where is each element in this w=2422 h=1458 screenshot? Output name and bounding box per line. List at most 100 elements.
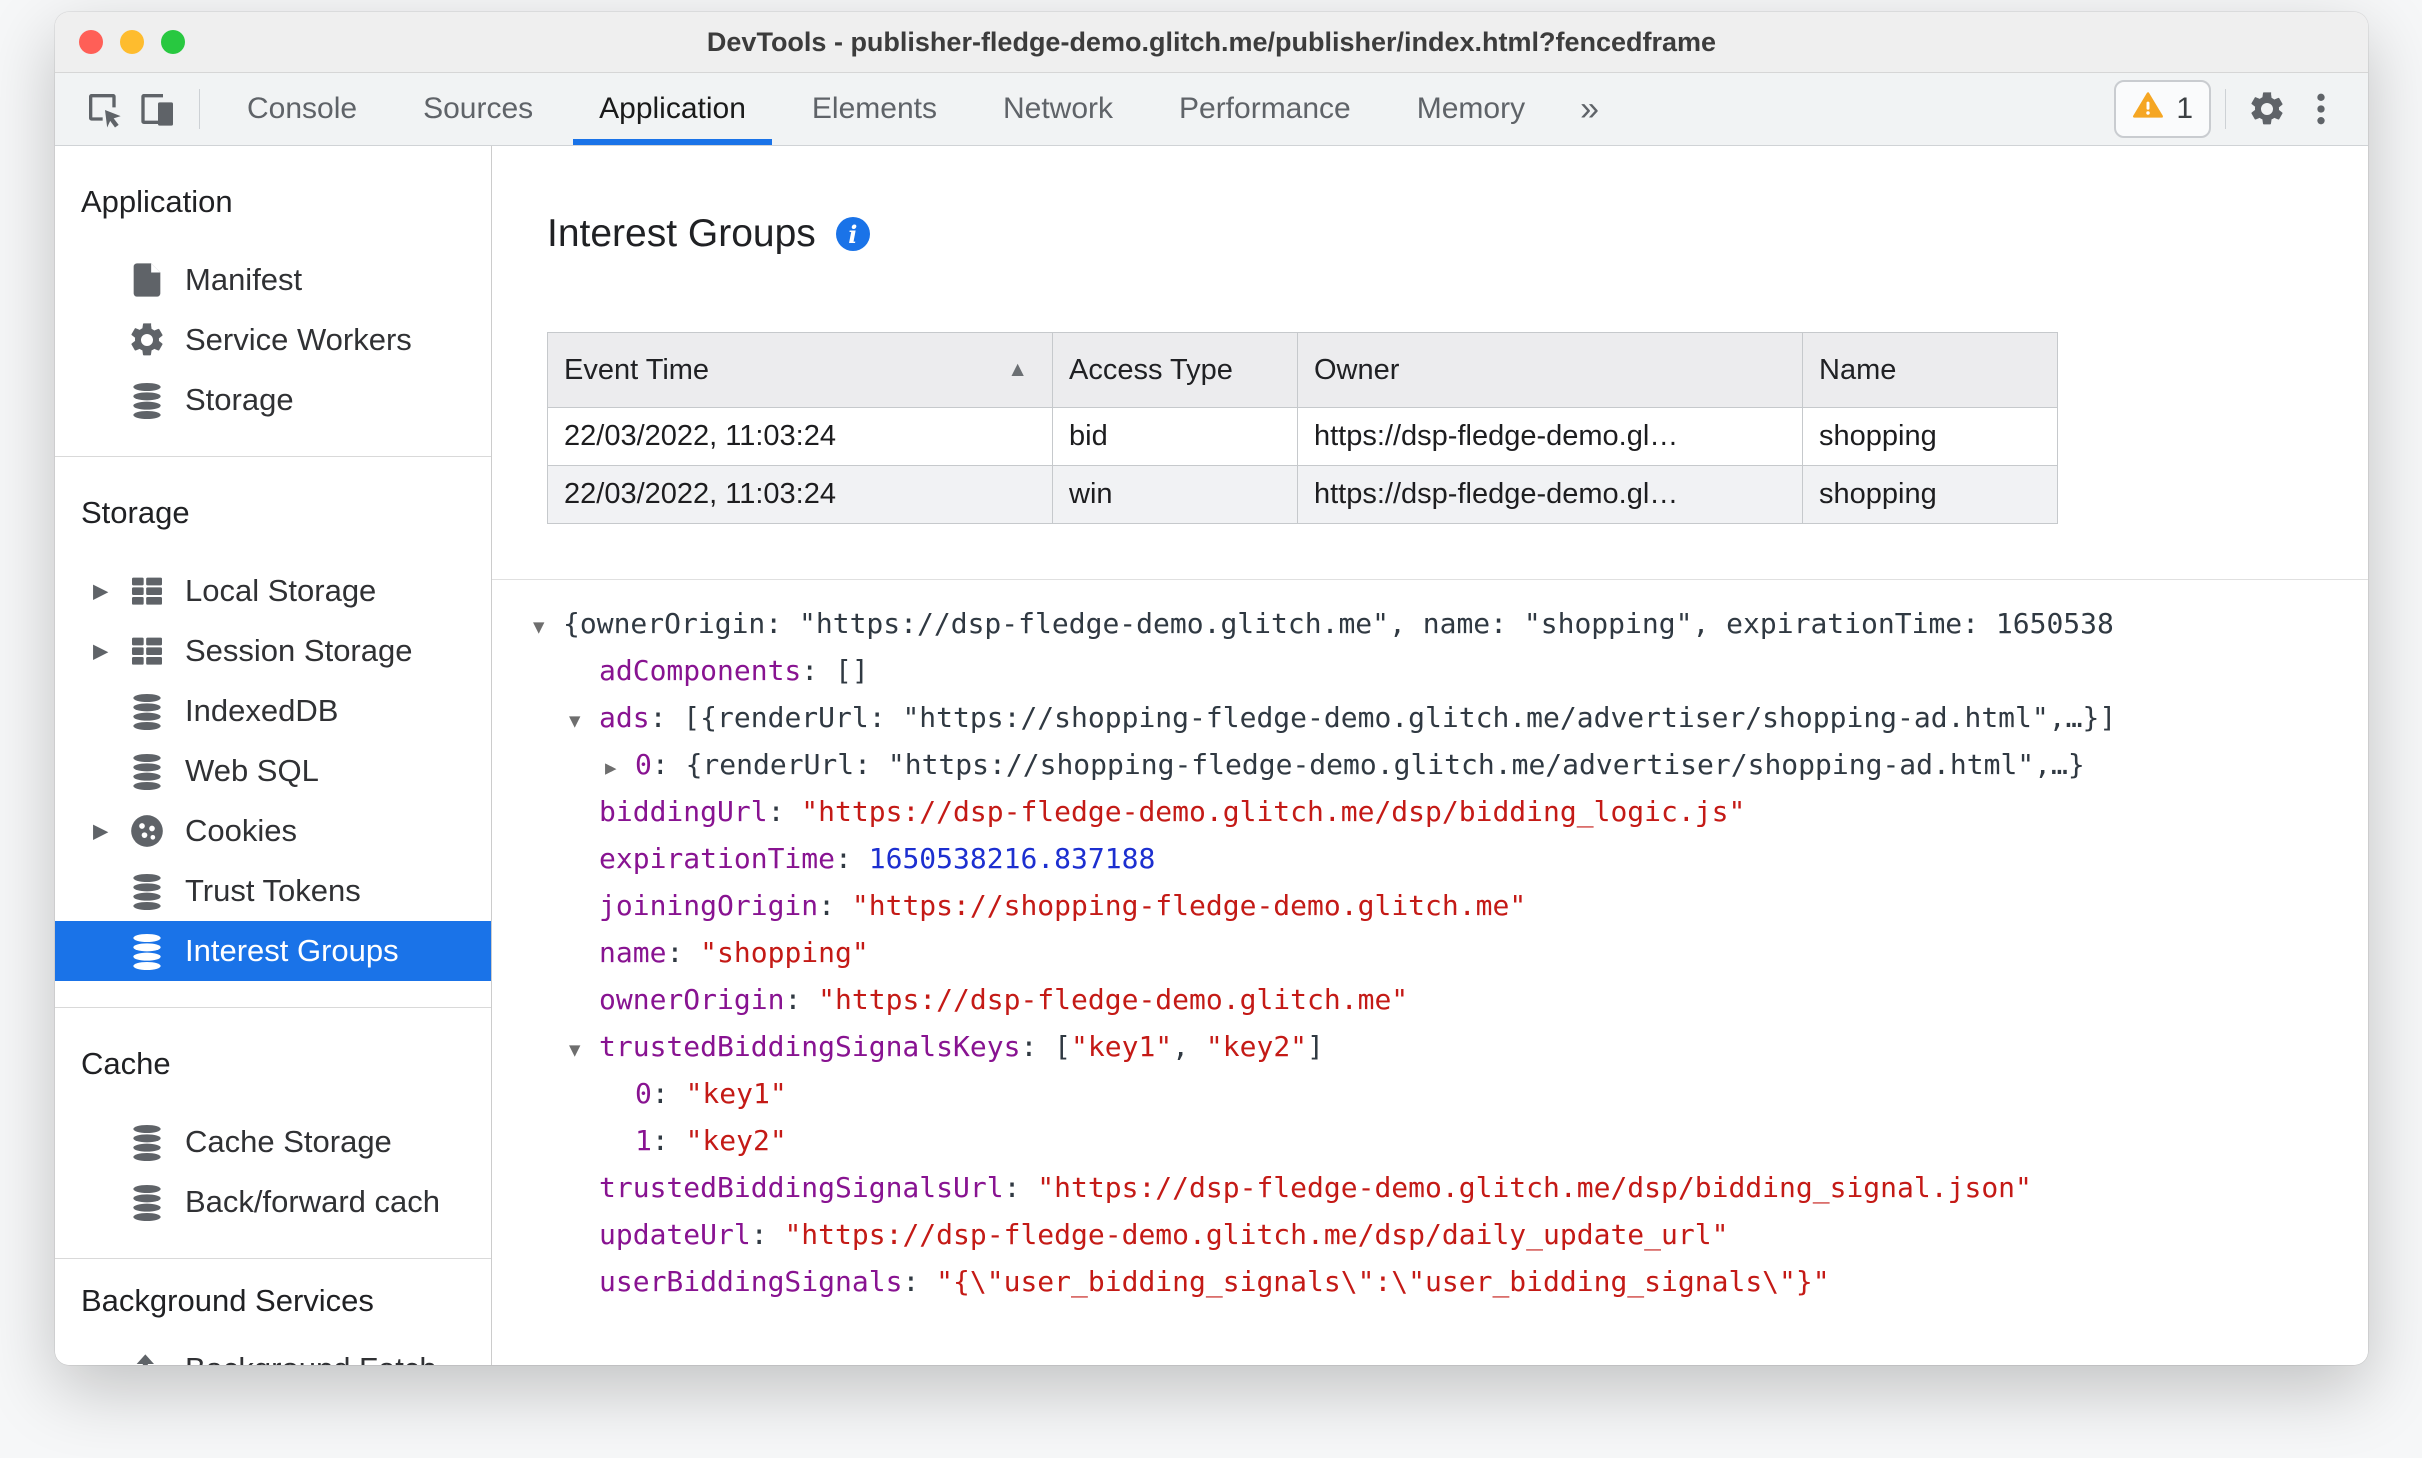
sidebar-item-trust-tokens[interactable]: Trust Tokens bbox=[55, 861, 491, 921]
tab-console[interactable]: Console bbox=[214, 73, 390, 145]
tree-segment-str: "https://shopping-fledge-demo.glitch.me" bbox=[851, 889, 1527, 922]
sidebar-item-back-forward-cach[interactable]: Back/forward cach bbox=[55, 1172, 491, 1232]
tree-row[interactable]: trustedBiddingSignalsUrl: "https://dsp-f… bbox=[533, 1164, 2368, 1211]
column-header-access-type[interactable]: Access Type bbox=[1052, 332, 1298, 408]
tree-expand-icon[interactable]: ▶ bbox=[605, 745, 635, 792]
sidebar-item-web-sql[interactable]: Web SQL bbox=[55, 741, 491, 801]
sidebar-item-manifest[interactable]: Manifest bbox=[55, 250, 491, 310]
column-header-name[interactable]: Name bbox=[1802, 332, 2058, 408]
tree-row[interactable]: ▼ {ownerOrigin: "https://dsp-fledge-demo.… bbox=[533, 600, 2368, 647]
sidebar-item-session-storage[interactable]: ▶ Session Storage bbox=[55, 621, 491, 681]
gear-icon[interactable] bbox=[2240, 82, 2294, 136]
tree-row[interactable]: 0: "key1" bbox=[533, 1070, 2368, 1117]
tree-segment-plain: : bbox=[767, 795, 802, 828]
interest-group-json-tree: ▼ {ownerOrigin: "https://dsp-fledge-demo.… bbox=[492, 580, 2368, 1365]
tree-row[interactable]: name: "shopping" bbox=[533, 929, 2368, 976]
inspect-icon[interactable] bbox=[77, 82, 131, 136]
page-title: Interest Groups bbox=[547, 212, 816, 255]
expand-arrow-icon[interactable]: ▶ bbox=[93, 819, 108, 844]
tree-segment-str: "https://dsp-fledge-demo.glitch.me/dsp/b… bbox=[1037, 1171, 2032, 1204]
sidebar-item-label: Web SQL bbox=[185, 753, 319, 788]
tree-segment-str: "https://dsp-fledge-demo.glitch.me/dsp/b… bbox=[801, 795, 1746, 828]
tree-row[interactable]: ▼ ads: [{renderUrl: "https://shopping-fle… bbox=[533, 694, 2368, 741]
toolbar-right: 1 bbox=[2114, 80, 2348, 138]
tree-expand-icon[interactable]: ▼ bbox=[569, 1027, 599, 1074]
column-header-label: Access Type bbox=[1069, 353, 1233, 386]
three-dot-menu-icon[interactable] bbox=[2294, 82, 2348, 136]
warning-badge[interactable]: 1 bbox=[2114, 80, 2211, 138]
info-icon[interactable]: i bbox=[835, 217, 870, 251]
tree-row[interactable]: joiningOrigin: "https://shopping-fledge-… bbox=[533, 882, 2368, 929]
tree-segment-plain: : [] bbox=[801, 654, 869, 687]
sidebar-section-cache: Cache Cache Storage Back/forward cach bbox=[55, 1007, 491, 1258]
tab-network[interactable]: Network bbox=[970, 73, 1146, 145]
tree-segment-plain: : bbox=[818, 889, 852, 922]
tree-segment-plain: : bbox=[784, 983, 819, 1016]
tab-application[interactable]: Application bbox=[566, 73, 779, 145]
database-icon bbox=[127, 931, 167, 971]
sidebar-item-interest-groups[interactable]: Interest Groups bbox=[55, 921, 491, 981]
sidebar-item-indexeddb[interactable]: IndexedDB bbox=[55, 681, 491, 741]
column-header-owner[interactable]: Owner bbox=[1297, 332, 1803, 408]
tree-row[interactable]: userBiddingSignals: "{\"user_bidding_sig… bbox=[533, 1258, 2368, 1305]
tree-segment-key: 0 bbox=[635, 1077, 652, 1110]
minimize-button[interactable] bbox=[120, 30, 144, 54]
tree-row[interactable]: adComponents: [] bbox=[533, 647, 2368, 694]
database-icon bbox=[127, 1122, 167, 1162]
tab-elements[interactable]: Elements bbox=[779, 73, 970, 145]
more-tabs-button[interactable]: » bbox=[1558, 90, 1621, 129]
table-cell: 22/03/2022, 11:03:24 bbox=[547, 407, 1053, 466]
tab-label: Application bbox=[599, 92, 746, 125]
sidebar-item-label: Cookies bbox=[185, 813, 297, 848]
table-cell: shopping bbox=[1802, 465, 2058, 524]
sidebar-item-storage[interactable]: Storage bbox=[55, 370, 491, 430]
tree-segment-plain: , bbox=[1172, 1030, 1206, 1063]
sidebar-item-cookies[interactable]: ▶ Cookies bbox=[55, 801, 491, 861]
tree-segment-plain: : bbox=[651, 1124, 686, 1157]
tab-sources[interactable]: Sources bbox=[390, 73, 566, 145]
tree-segment-plain: : [{renderUrl: "https://shopping-fledge-… bbox=[649, 701, 2117, 734]
tree-row[interactable]: 1: "key2" bbox=[533, 1117, 2368, 1164]
table-row[interactable]: 22/03/2022, 11:03:24 win https://dsp-fledg… bbox=[547, 465, 2058, 524]
device-toolbar-icon[interactable] bbox=[131, 82, 185, 136]
tree-expand-icon[interactable]: ▼ bbox=[569, 698, 599, 745]
table-icon bbox=[127, 571, 167, 611]
sidebar-item-cache-storage[interactable]: Cache Storage bbox=[55, 1112, 491, 1172]
tab-label: Network bbox=[1002, 92, 1113, 125]
tree-segment-str: "key1" bbox=[1071, 1030, 1173, 1063]
sidebar-item-service-workers[interactable]: Service Workers bbox=[55, 310, 491, 370]
sidebar-section-title: Background Services bbox=[81, 1283, 374, 1318]
sidebar-item-label: Service Workers bbox=[185, 322, 412, 357]
table-cell: 22/03/2022, 11:03:24 bbox=[547, 465, 1053, 524]
tree-segment-plain: : [ bbox=[1020, 1030, 1072, 1063]
zoom-button[interactable] bbox=[161, 30, 185, 54]
expand-arrow-icon[interactable]: ▶ bbox=[93, 639, 108, 664]
manifest-file-icon bbox=[127, 260, 167, 300]
tab-performance[interactable]: Performance bbox=[1146, 73, 1384, 145]
table-row[interactable]: 22/03/2022, 11:03:24 bid https://dsp-fledg… bbox=[547, 407, 2058, 466]
expand-arrow-icon[interactable]: ▶ bbox=[93, 579, 108, 604]
tree-segment-key: 0 bbox=[635, 748, 652, 781]
tree-row[interactable]: ▼ trustedBiddingSignalsKeys: ["key1", "ke… bbox=[533, 1023, 2368, 1070]
sidebar-item-label: Manifest bbox=[185, 262, 303, 297]
tree-segment-str: "{\"user_bidding_signals\":\"user_biddin… bbox=[936, 1265, 1830, 1298]
tree-row[interactable]: expirationTime: 1650538216.837188 bbox=[533, 835, 2368, 882]
column-header-event-time[interactable]: Event Time ▲ bbox=[547, 332, 1053, 408]
tree-segment-plain: : bbox=[835, 842, 869, 875]
sidebar-item-background-fetch[interactable]: Background Fetch bbox=[55, 1339, 491, 1365]
tab-memory[interactable]: Memory bbox=[1384, 73, 1558, 145]
tree-segment-key: ads bbox=[599, 701, 650, 734]
tab-label: Performance bbox=[1179, 92, 1351, 125]
tree-row[interactable]: ▶ 0: {renderUrl: "https://shopping-fledge… bbox=[533, 741, 2368, 788]
sidebar-item-local-storage[interactable]: ▶ Local Storage bbox=[55, 561, 491, 621]
database-icon bbox=[127, 380, 167, 420]
column-header-label: Event Time bbox=[564, 353, 710, 386]
close-button[interactable] bbox=[79, 30, 103, 54]
tree-row[interactable]: ownerOrigin: "https://dsp-fledge-demo.gl… bbox=[533, 976, 2368, 1023]
tree-segment-str: "key2" bbox=[1205, 1030, 1308, 1063]
tree-row[interactable]: biddingUrl: "https://dsp-fledge-demo.gli… bbox=[533, 788, 2368, 835]
tree-segment-plain: : bbox=[651, 1077, 686, 1110]
tree-segment-plain: ] bbox=[1307, 1030, 1324, 1063]
tree-row[interactable]: updateUrl: "https://dsp-fledge-demo.glit… bbox=[533, 1211, 2368, 1258]
tree-expand-icon[interactable]: ▼ bbox=[533, 604, 563, 651]
